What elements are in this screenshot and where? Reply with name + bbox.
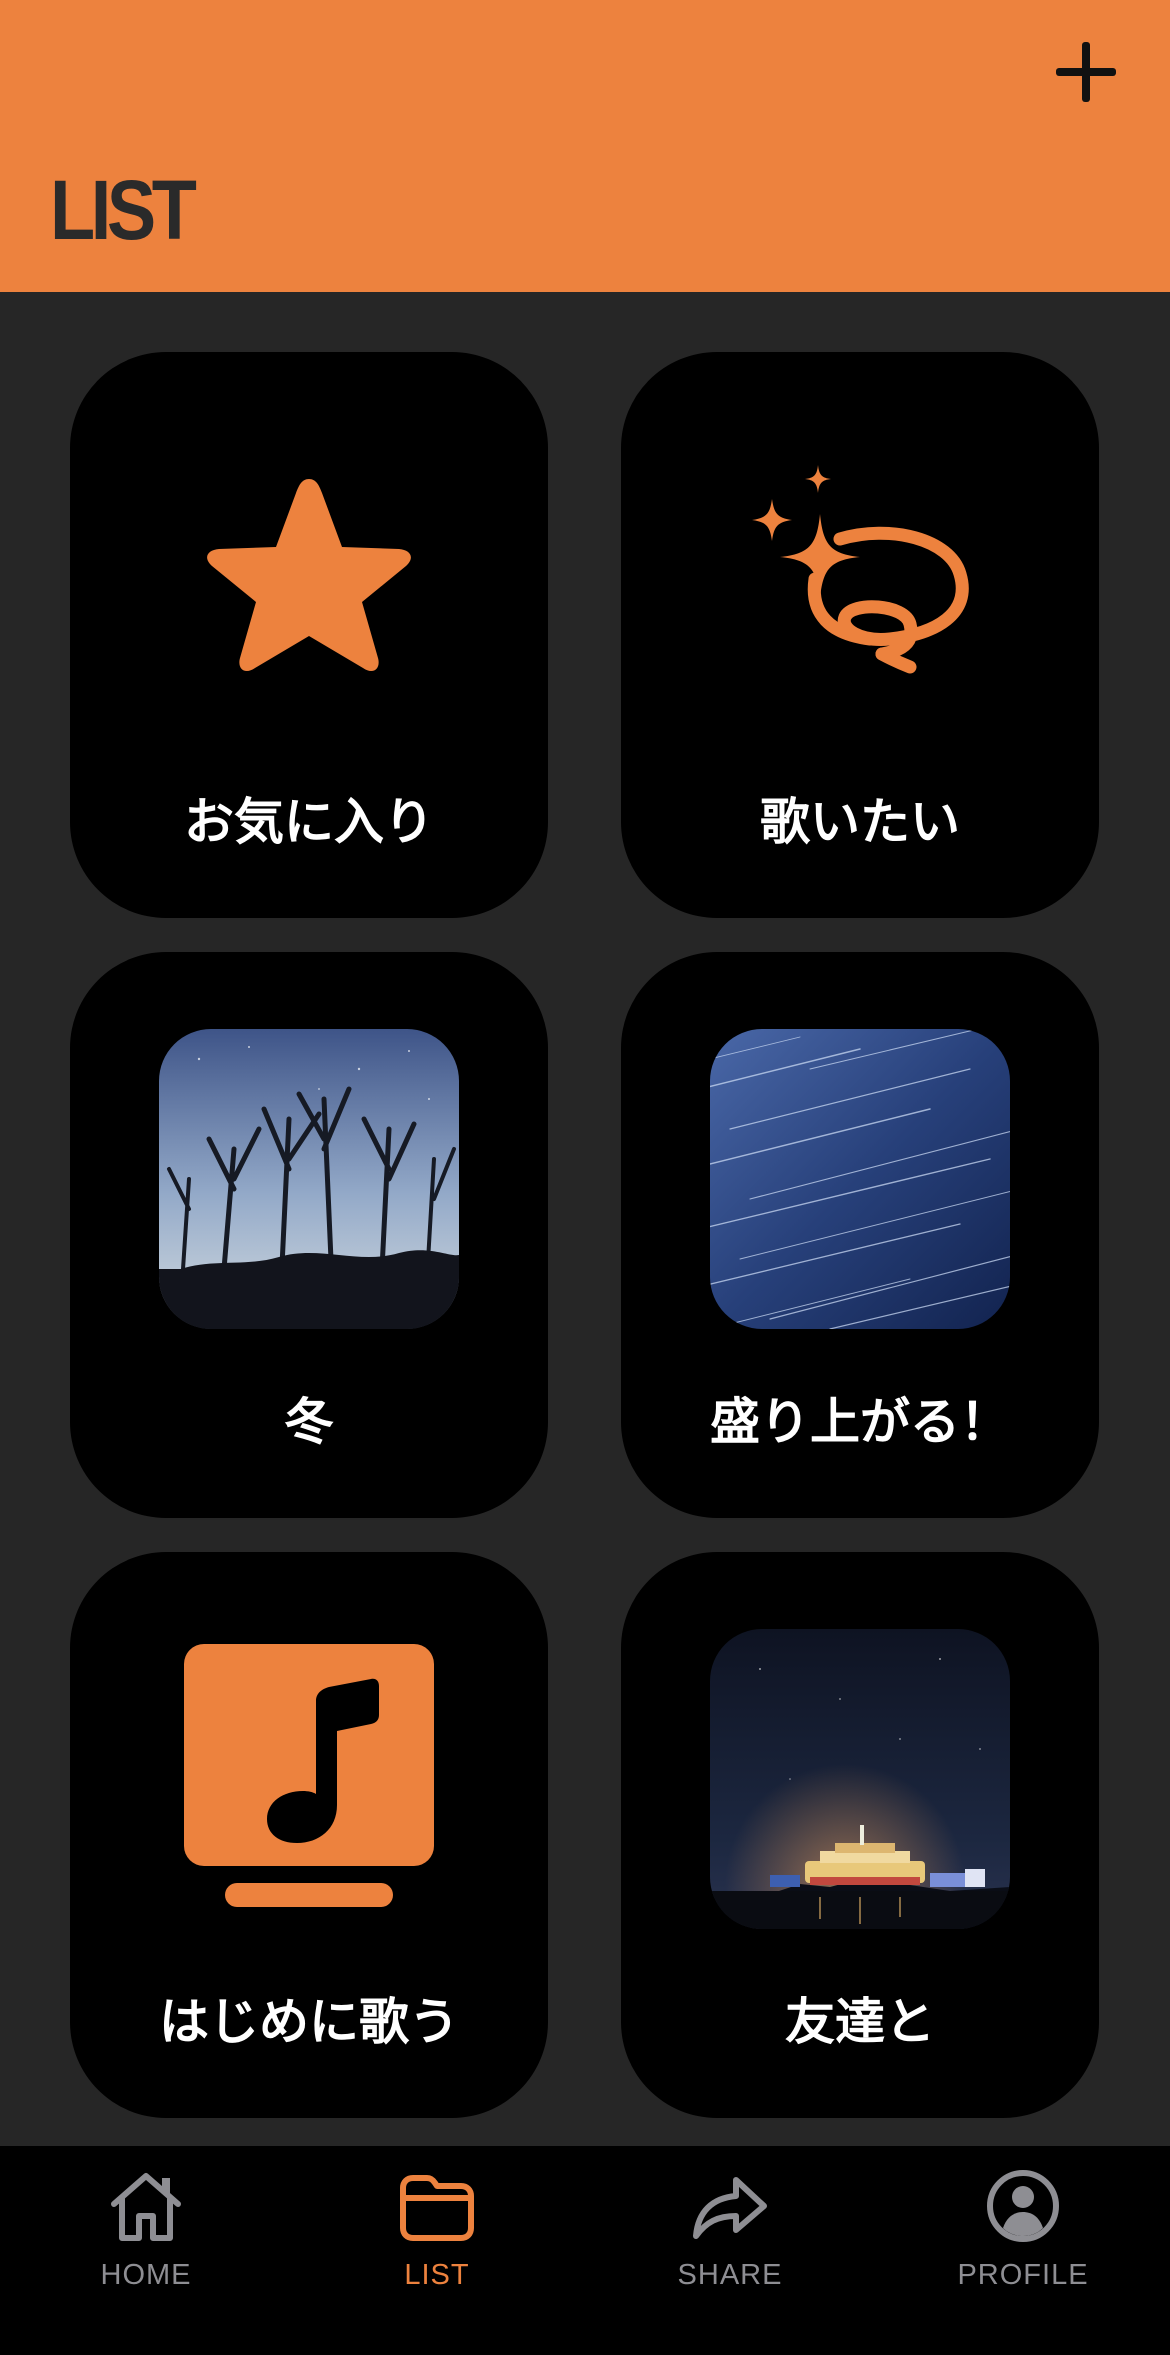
plus-icon: [1056, 42, 1116, 102]
tab-label: PROFILE: [957, 2259, 1089, 2291]
tab-label: SHARE: [677, 2259, 783, 2291]
tab-list[interactable]: LIST: [337, 2166, 537, 2316]
star-icon: [159, 429, 459, 729]
playlist-label: 友達と: [785, 1993, 935, 2051]
sparkles-loop-icon: [710, 429, 1010, 729]
playlist-card-want-to-sing[interactable]: 歌いたい: [621, 352, 1099, 918]
playlist-label: 盛り上がる！: [710, 1393, 1010, 1451]
playlist-label: 冬: [284, 1393, 334, 1451]
star-trails-photo: [710, 1029, 1010, 1329]
tab-bar: HOME LIST SHARE PROFILE: [0, 2146, 1170, 2355]
playlist-label: お気に入り: [184, 793, 434, 851]
add-list-button[interactable]: [1050, 36, 1122, 108]
house-icon: [106, 2166, 186, 2246]
folder-icon: [397, 2166, 477, 2246]
tab-label: HOME: [100, 2259, 192, 2291]
playlist-card-winter[interactable]: 冬: [70, 952, 548, 1518]
tab-profile[interactable]: PROFILE: [923, 2166, 1123, 2316]
night-ship-photo: [710, 1629, 1010, 1929]
playlist-card-hype[interactable]: 盛り上がる！: [621, 952, 1099, 1518]
playlist-card-favorites[interactable]: お気に入り: [70, 352, 548, 918]
person-circle-icon: [983, 2166, 1063, 2246]
winter-trees-photo: [159, 1029, 459, 1329]
playlist-label: 歌いたい: [760, 793, 960, 851]
list-screen: LIST お気に入り 歌いたい 冬 盛り上がる！ はじめに歌う 友達と HOME…: [0, 0, 1170, 2355]
music-note-icon: [159, 1629, 459, 1929]
tab-home[interactable]: HOME: [46, 2166, 246, 2316]
playlist-card-first-to-sing[interactable]: はじめに歌う: [70, 1552, 548, 2118]
share-arrow-icon: [690, 2166, 770, 2246]
page-title: LIST: [50, 163, 197, 257]
tab-label: LIST: [404, 2259, 470, 2291]
header-bar: LIST: [0, 0, 1170, 292]
tab-share[interactable]: SHARE: [630, 2166, 830, 2316]
playlist-card-with-friends[interactable]: 友達と: [621, 1552, 1099, 2118]
playlist-label: はじめに歌う: [159, 1993, 459, 2051]
